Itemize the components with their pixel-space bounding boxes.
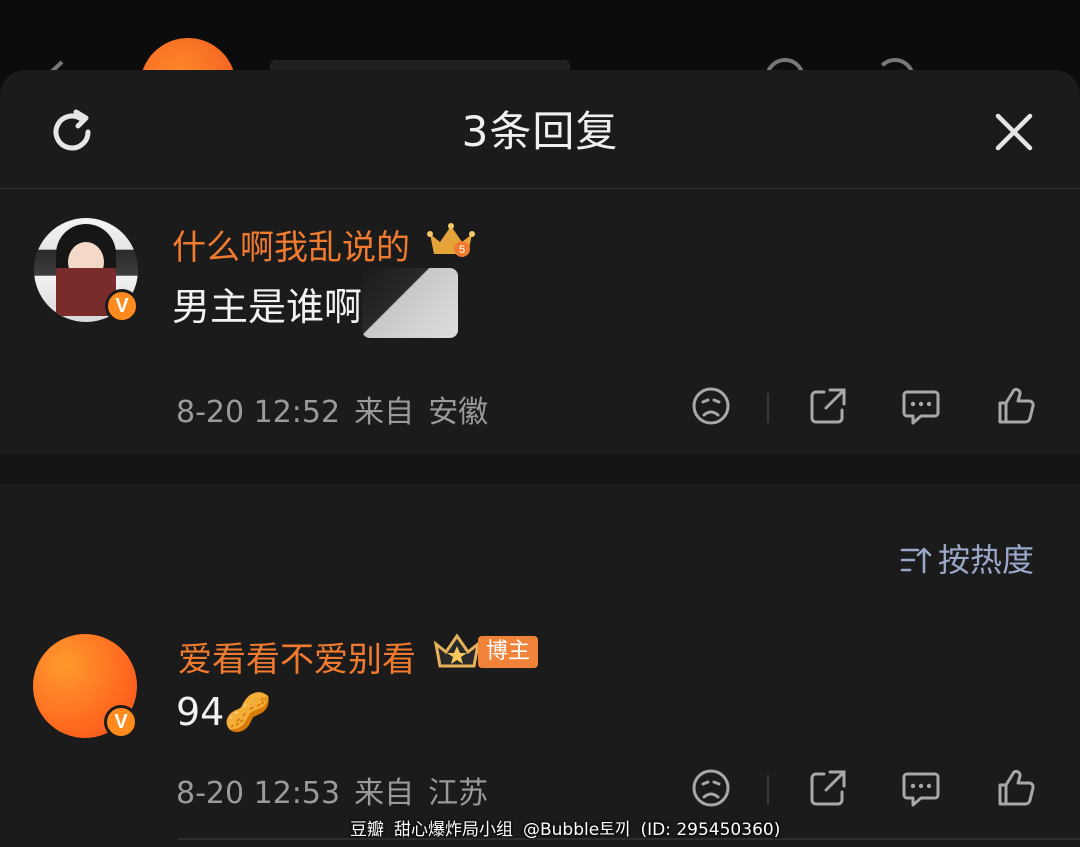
avatar[interactable]: V [34,218,140,324]
watermark-user: @Bubble토끼 [523,820,631,840]
replies-sheet: 3条回复 V 什么啊我乱说的 5 男主是谁啊 8-20 12:52来自安徽 [0,70,1080,847]
watermark-group: 甜心爆炸局小组 [394,820,513,840]
sort-label: 按热度 [938,541,1035,579]
like-icon[interactable] [994,384,1038,428]
sticker-image [362,268,458,338]
close-icon[interactable] [990,108,1038,156]
dislike-icon[interactable] [689,384,733,428]
watermark: 豆瓣 甜心爆炸局小组 @Bubble토끼 (ID: 295450360) [350,815,790,840]
comment-meta: 8-20 12:53 来自 江苏 [176,768,502,812]
verified-badge: V [104,705,138,739]
sheet-header: 3条回复 [0,70,1080,189]
section-divider [0,454,1080,484]
share-icon[interactable] [806,766,850,810]
comment-location: 江苏 [428,776,489,811]
comment-location: 安徽 [428,395,489,430]
crown-level-icon [433,633,481,668]
username[interactable]: 爱看看不爱别看 [178,632,416,681]
avatar[interactable]: V [33,634,139,740]
username[interactable]: 什么啊我乱说的 [172,220,410,269]
comment-time: 8-20 12:53 [176,776,341,811]
watermark-site: 豆瓣 [350,820,384,840]
comment-meta: 8-20 12:52 来自 安徽 [176,387,502,431]
watermark-id: (ID: 295450360) [640,820,781,840]
divider [767,775,769,805]
verified-badge: V [105,289,139,323]
sort-button[interactable]: 按热度 [900,535,1034,581]
crown-level-icon: 5 [427,223,475,257]
share-icon[interactable] [806,384,850,428]
sheet-title: 3条回复 [461,107,619,156]
divider [767,393,769,423]
source-prefix: 来自 [354,395,415,430]
comment-text: 94🥜 [176,690,272,734]
like-icon[interactable] [994,766,1038,810]
comment-icon[interactable] [899,766,943,810]
svg-text:5: 5 [459,244,465,256]
comment-time: 8-20 12:52 [176,395,341,430]
blogger-badge: 博主 [478,636,539,668]
dislike-icon[interactable] [689,766,733,810]
comment-icon[interactable] [899,384,943,428]
comment-text: 男主是谁啊 [172,285,363,329]
sort-icon [900,547,932,574]
source-prefix: 来自 [354,776,415,811]
